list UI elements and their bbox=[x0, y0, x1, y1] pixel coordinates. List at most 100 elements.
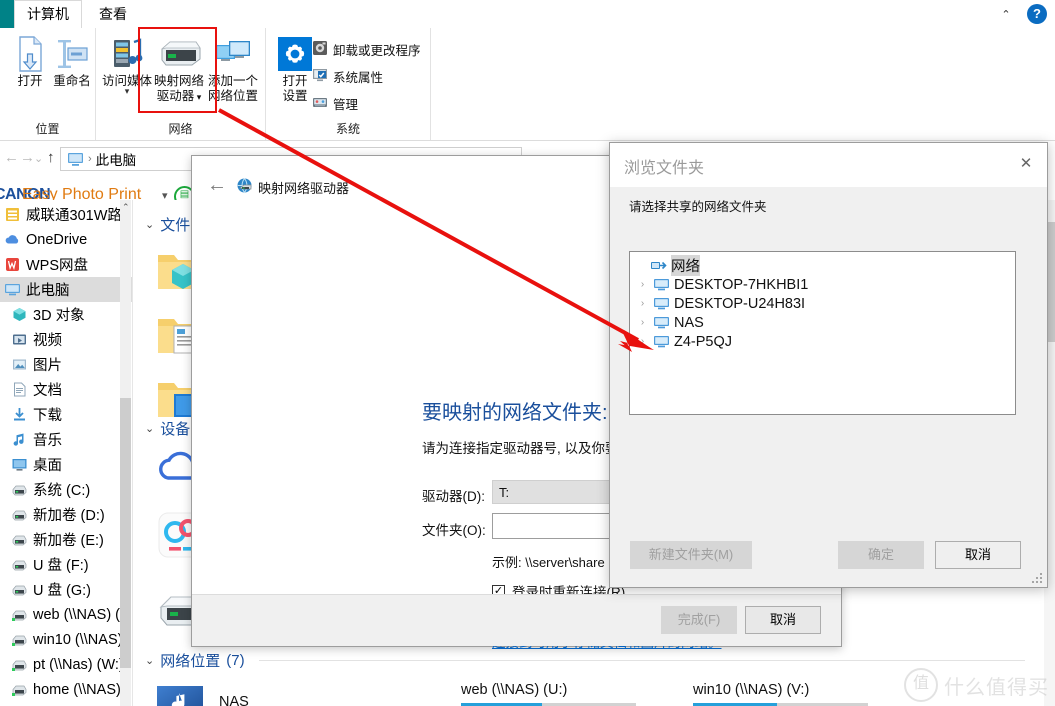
ribbon-button-map-label-line1: 映射网络 bbox=[153, 74, 204, 88]
sidebar-item-label: U 盘 (F:) bbox=[33, 558, 89, 574]
chevron-right-icon[interactable]: › bbox=[636, 336, 649, 347]
sidebar-item-drive-c[interactable]: 系统 (C:) bbox=[0, 477, 132, 502]
close-icon[interactable]: ✕ bbox=[1015, 153, 1037, 175]
chevron-right-icon[interactable]: › bbox=[636, 298, 649, 309]
ribbon-button-map-label-line2: 驱动器 bbox=[156, 89, 195, 103]
sidebar-item-drive-home[interactable]: home (\\NAS) bbox=[0, 677, 132, 702]
sidebar-item-label: 图片 bbox=[33, 358, 62, 374]
ribbon-button-manage[interactable]: 管理 bbox=[312, 92, 358, 115]
finish-button[interactable]: 完成(F) bbox=[661, 606, 737, 634]
navigation-pane[interactable]: 威联通301W路 OneDrive WPS网盘 此电脑 3D 对象 视频图片文档下载音乐桌… bbox=[0, 200, 132, 706]
sidebar-item-drive-f[interactable]: U 盘 (F:) bbox=[0, 552, 132, 577]
network-drive-icon bbox=[11, 656, 28, 673]
this-pc-icon bbox=[67, 151, 84, 168]
media-server-icon bbox=[100, 34, 154, 74]
browse-cancel-button[interactable]: 取消 bbox=[935, 541, 1021, 569]
sidebar-item-onedrive[interactable]: OneDrive bbox=[0, 227, 132, 252]
nav-recent-button[interactable]: ⌄ bbox=[34, 152, 43, 165]
watermark-text: 什么值得买 bbox=[944, 676, 1049, 699]
network-tree[interactable]: 网络 › DESKTOP-7HKHBI1 › DESKTOP-U24H83I › NAS › Z… bbox=[629, 251, 1016, 415]
nas-icon bbox=[4, 206, 21, 223]
map-dialog-heading: 要映射的网络文件夹: bbox=[422, 402, 608, 424]
sidebar-item-desktop[interactable]: 桌面 bbox=[0, 452, 132, 477]
chevron-down-icon[interactable]: ⌄ bbox=[145, 654, 154, 667]
map-dialog-footer: 完成(F) 取消 bbox=[192, 594, 841, 646]
content-group-network-locations[interactable]: ⌄ 网络位置 (7) bbox=[145, 650, 1025, 671]
sidebar-item-downloads[interactable]: 下载 bbox=[0, 402, 132, 427]
chevron-down-icon[interactable]: ⌄ bbox=[145, 218, 154, 231]
sidebar-item-pictures[interactable]: 图片 bbox=[0, 352, 132, 377]
sidebar-item-videos[interactable]: 视频 bbox=[0, 327, 132, 352]
sidebar-item-label: 音乐 bbox=[33, 433, 62, 449]
sidebar-item-3d-objects[interactable]: 3D 对象 bbox=[0, 302, 132, 327]
sidebar-item-label: 文档 bbox=[33, 383, 62, 399]
desktop-icon bbox=[11, 456, 28, 473]
nav-forward-button[interactable]: → bbox=[20, 149, 35, 166]
tree-item-network-root[interactable]: 网络 bbox=[630, 255, 1015, 276]
tree-item-desktop-7hkhbi1[interactable]: › DESKTOP-7HKHBI1 bbox=[630, 275, 1015, 294]
map-cancel-button[interactable]: 取消 bbox=[745, 606, 821, 634]
nav-up-button[interactable]: ↑ bbox=[47, 149, 55, 166]
sidebar-item-wps[interactable]: WPS网盘 bbox=[0, 252, 132, 277]
folder-label: 文件夹(O): bbox=[422, 523, 486, 538]
browse-dialog-prompt: 请选择共享的网络文件夹 bbox=[629, 200, 767, 214]
ok-button[interactable]: 确定 bbox=[838, 541, 924, 569]
ribbon-button-rename[interactable]: 重命名 bbox=[45, 34, 99, 89]
new-folder-button[interactable]: 新建文件夹(M) bbox=[630, 541, 752, 569]
sidebar-item-drive-g[interactable]: U 盘 (G:) bbox=[0, 577, 132, 602]
sidebar-item-drive-w[interactable]: pt (\\Nas) (W:) bbox=[0, 652, 132, 677]
sidebar-item-music[interactable]: 音乐 bbox=[0, 427, 132, 452]
navigation-scroll-up-icon[interactable]: ⌃ bbox=[122, 202, 130, 213]
wps-icon bbox=[4, 256, 21, 273]
drive-letter-value: T: bbox=[499, 484, 510, 500]
drive-icon bbox=[11, 581, 28, 598]
breadcrumb-separator: › bbox=[88, 153, 92, 165]
file-menu-button[interactable] bbox=[0, 0, 14, 28]
nav-back-button[interactable]: ← bbox=[4, 149, 19, 166]
chevron-right-icon[interactable]: › bbox=[636, 317, 649, 328]
ribbon-button-add-network-location[interactable]: 添加一个 网络位置 bbox=[206, 34, 260, 104]
ribbon-group-location: 打开 重命名 位置 bbox=[0, 28, 96, 140]
this-pc-icon bbox=[4, 281, 21, 298]
ribbon-button-uninstall-program[interactable]: 卸载或更改程序 bbox=[312, 38, 421, 61]
ribbon-tab-strip: 计算机 查看 ⌃ ? bbox=[0, 0, 1055, 29]
chevron-down-icon[interactable]: ⌄ bbox=[145, 422, 154, 435]
sidebar-item-label: OneDrive bbox=[26, 231, 88, 248]
resize-grip-icon[interactable] bbox=[1032, 573, 1043, 584]
content-group-network-count: (7) bbox=[226, 652, 245, 669]
sidebar-item-label: 桌面 bbox=[33, 458, 62, 474]
sidebar-item-drive-e[interactable]: 新加卷 (E:) bbox=[0, 527, 132, 552]
breadcrumb-this-pc[interactable]: 此电脑 bbox=[96, 149, 137, 169]
ribbon-button-access-media[interactable]: 访问媒体 ▾ bbox=[100, 34, 154, 97]
sidebar-item-qnap[interactable]: 威联通301W路 bbox=[0, 202, 132, 227]
navigation-scrollbar-thumb[interactable] bbox=[120, 398, 131, 668]
tab-view[interactable]: 查看 bbox=[86, 0, 140, 28]
network-tree-list: 网络 › DESKTOP-7HKHBI1 › DESKTOP-U24H83I › NAS › Z… bbox=[630, 255, 1015, 351]
sidebar-item-drive-d[interactable]: 新加卷 (D:) bbox=[0, 502, 132, 527]
back-arrow-icon[interactable]: ← bbox=[204, 172, 230, 198]
tree-item-z4-p5qj[interactable]: › Z4-P5QJ bbox=[630, 332, 1015, 351]
ribbon-button-system-properties[interactable]: 系统属性 bbox=[312, 65, 383, 88]
tree-item-desktop-u24h83i[interactable]: › DESKTOP-U24H83I bbox=[630, 294, 1015, 313]
network-tile-nas[interactable] bbox=[155, 684, 211, 706]
collapse-ribbon-icon[interactable]: ⌃ bbox=[997, 6, 1015, 24]
tree-item-nas[interactable]: › NAS bbox=[630, 313, 1015, 332]
browse-dialog-title: 浏览文件夹 bbox=[624, 160, 705, 177]
help-icon[interactable]: ? bbox=[1027, 4, 1047, 24]
ribbon-button-map-network-drive[interactable]: 映射网络 驱动器 ▾ bbox=[152, 34, 206, 105]
chevron-right-icon[interactable]: › bbox=[636, 279, 649, 290]
tab-computer[interactable]: 计算机 bbox=[14, 0, 82, 29]
hard-drive-icon bbox=[152, 34, 206, 74]
ribbon-group-system: 打开 设置 卸载或更改程序 系统属性 管理 系统 bbox=[266, 28, 431, 140]
sidebar-item-documents[interactable]: 文档 bbox=[0, 377, 132, 402]
sidebar-item-drive-v[interactable]: win10 (\\NAS) bbox=[0, 627, 132, 652]
sidebar-item-this-pc[interactable]: 此电脑 bbox=[0, 277, 132, 302]
rename-icon bbox=[45, 34, 99, 74]
network-location-icon bbox=[206, 34, 260, 74]
sidebar-item-label: win10 (\\NAS) bbox=[33, 631, 123, 648]
computer-icon bbox=[653, 276, 670, 293]
computer-icon bbox=[653, 314, 670, 331]
sidebar-item-drive-u[interactable]: web (\\NAS) ( bbox=[0, 602, 132, 627]
browse-dialog-footer: 新建文件夹(M) 确定 取消 bbox=[610, 527, 1047, 587]
network-item-win10-nas-label: win10 (\\NAS) (V:) bbox=[693, 682, 810, 698]
